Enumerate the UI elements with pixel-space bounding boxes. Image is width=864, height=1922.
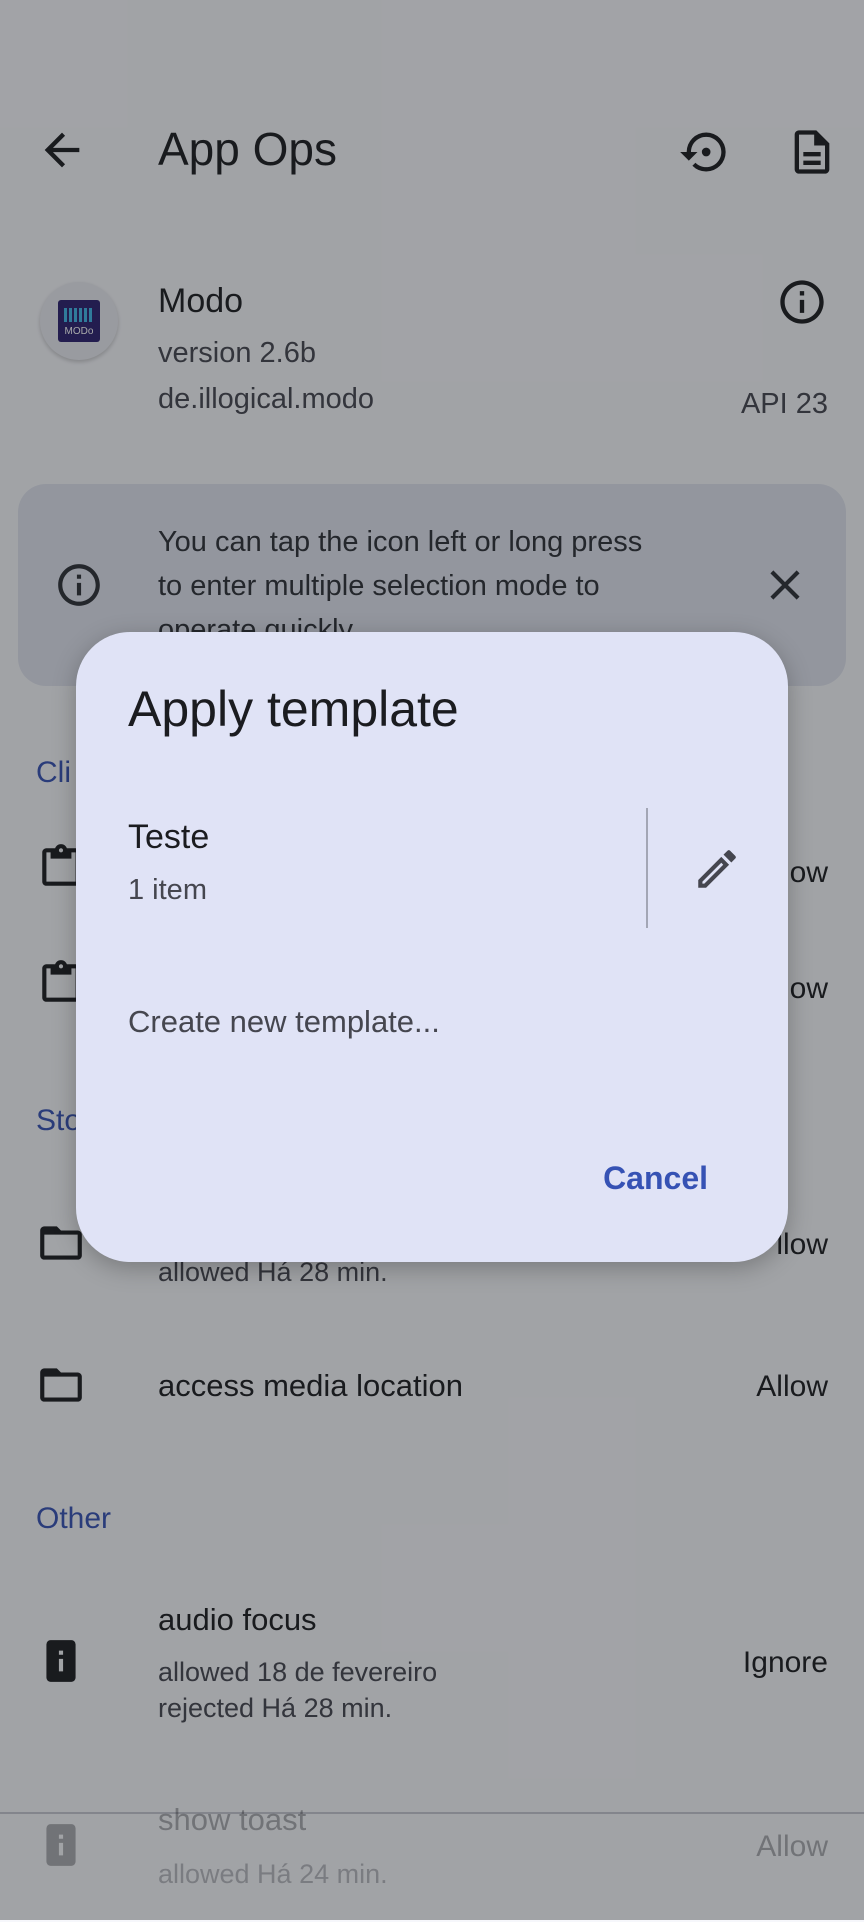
template-count: 1 item: [128, 874, 207, 906]
template-name: Teste: [128, 818, 210, 856]
edit-icon: [698, 850, 736, 888]
apply-template-dialog: Apply template Teste 1 item Create new t…: [76, 632, 788, 1262]
template-divider: [646, 808, 648, 928]
edit-template-button[interactable]: [692, 844, 742, 894]
create-new-template[interactable]: Create new template...: [128, 1004, 440, 1040]
cancel-button[interactable]: Cancel: [603, 1160, 708, 1197]
template-item[interactable]: Teste 1 item: [76, 804, 636, 932]
dialog-title: Apply template: [128, 681, 459, 737]
